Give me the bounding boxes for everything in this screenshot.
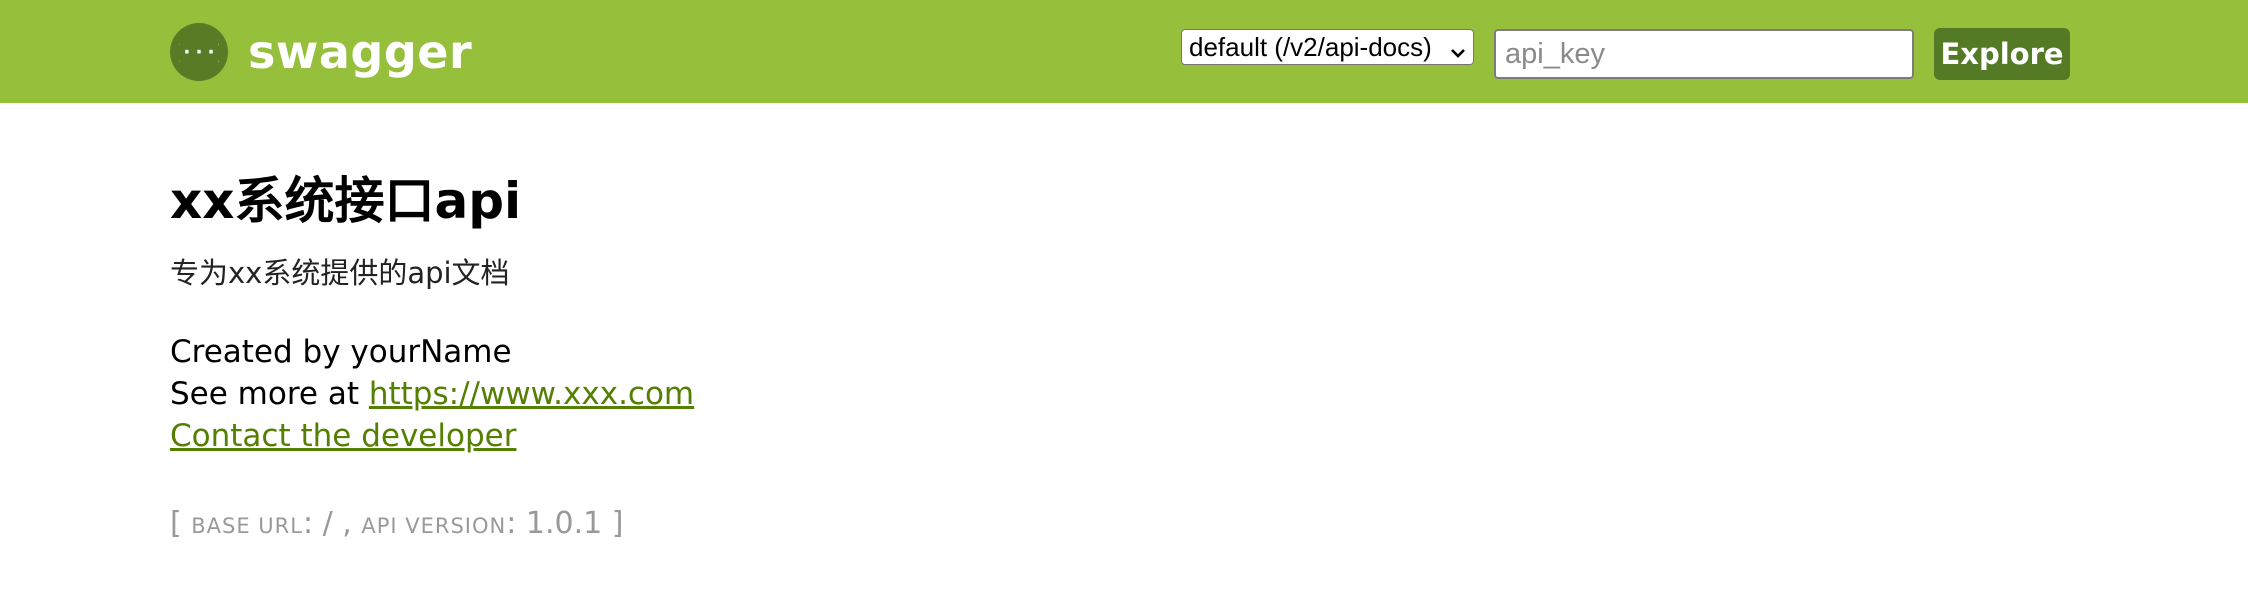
api-description: 专为xx系统提供的api文档 bbox=[170, 256, 510, 290]
api-version-label: api version bbox=[361, 514, 507, 538]
base-url-label: base url bbox=[191, 514, 303, 538]
api-version-value: : 1.0.1 ] bbox=[506, 506, 624, 541]
api-key-placeholder: api_key bbox=[1505, 37, 1605, 70]
api-info-block: Created by yourName See more at https://… bbox=[170, 331, 694, 457]
base-url-value: : / , bbox=[302, 506, 362, 541]
chevron-down-icon bbox=[1449, 38, 1467, 69]
svg-text:{···}: {···} bbox=[179, 40, 219, 64]
swagger-logo-icon: {···} bbox=[170, 23, 228, 81]
api-footer: [ base url: / , api version: 1.0.1 ] bbox=[170, 506, 623, 541]
api-spec-select-value: default (/v2/api-docs) bbox=[1189, 31, 1432, 62]
website-link[interactable]: https://www.xxx.com bbox=[369, 376, 694, 412]
api-key-input[interactable]: api_key bbox=[1494, 29, 1914, 79]
contact-line: Contact the developer bbox=[170, 415, 694, 457]
brand-name: swagger bbox=[248, 25, 473, 79]
api-title: xx系统接口api bbox=[170, 172, 522, 230]
top-header: {···} swagger default (/v2/api-docs) api… bbox=[0, 0, 2248, 103]
explore-button[interactable]: Explore bbox=[1934, 28, 2070, 80]
api-spec-select[interactable]: default (/v2/api-docs) bbox=[1181, 29, 1474, 65]
see-more-prefix: See more at bbox=[170, 376, 369, 412]
created-by-text: Created by yourName bbox=[170, 334, 512, 370]
see-more-line: See more at https://www.xxx.com bbox=[170, 373, 694, 415]
contact-developer-link[interactable]: Contact the developer bbox=[170, 418, 516, 454]
brand-logo[interactable]: {···} swagger bbox=[170, 22, 472, 82]
footer-open-bracket: [ bbox=[170, 506, 192, 541]
